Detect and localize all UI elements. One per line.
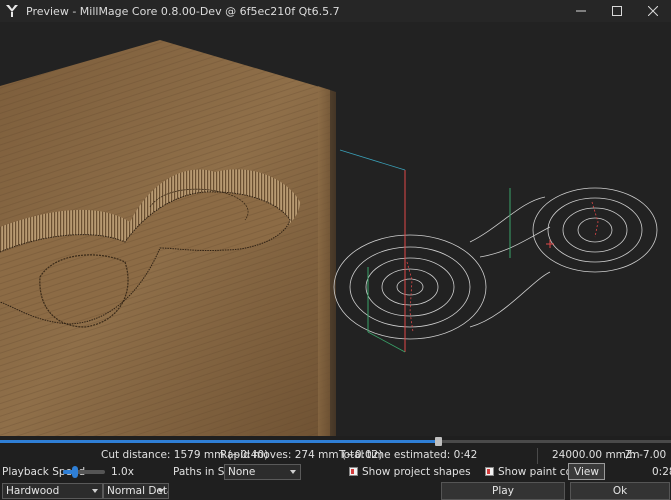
chevron-down-icon — [290, 470, 296, 474]
progress-thumb[interactable] — [435, 437, 442, 446]
chevron-down-icon — [158, 489, 164, 493]
view-button[interactable]: View — [568, 463, 605, 480]
checkbox-mark-icon — [487, 469, 490, 474]
close-icon — [648, 6, 658, 16]
maximize-button[interactable] — [599, 0, 635, 22]
wood-stock-block — [0, 40, 336, 436]
close-button[interactable] — [635, 0, 671, 22]
maximize-icon — [612, 6, 622, 16]
play-button[interactable]: Play — [441, 482, 565, 500]
status-row: Cut distance: 1579 mm (~0:40) Rapid move… — [0, 449, 671, 463]
paths-in-sim-dropdown[interactable]: None — [224, 464, 301, 480]
simulation-progress-slider[interactable] — [0, 437, 671, 446]
elapsed-time-text: 0:28 — [652, 466, 671, 478]
show-project-shapes-checkbox[interactable] — [349, 467, 358, 476]
minimize-icon — [576, 10, 586, 12]
controls-row: Playback Speed 1.0x Paths in Sim: None S… — [0, 463, 671, 481]
show-paint-colors-checkbox[interactable] — [485, 467, 494, 476]
playback-speed-thumb[interactable] — [72, 466, 78, 478]
millmage-logo-icon — [6, 5, 18, 17]
3d-preview-viewport[interactable] — [0, 22, 671, 436]
z-position-text: Z: -7.00 — [625, 449, 667, 461]
preview-scene — [0, 40, 658, 436]
toolpath-preview — [333, 187, 658, 340]
checkbox-mark-icon — [351, 469, 354, 474]
status-divider — [537, 448, 538, 464]
material-value: Hardwood — [6, 485, 60, 497]
detail-level-dropdown[interactable]: Normal Detai — [103, 483, 169, 499]
show-project-shapes-label: Show project shapes — [362, 466, 471, 478]
window-title: Preview - MillMage Core 0.8.00-Dev @ 6f5… — [26, 4, 340, 18]
chevron-down-icon — [92, 489, 98, 493]
total-time-text: Total time estimated: 0:42 — [339, 449, 478, 461]
minimize-button[interactable] — [563, 0, 599, 22]
title-bar: Preview - MillMage Core 0.8.00-Dev @ 6f5… — [0, 0, 671, 22]
paths-in-sim-value: None — [228, 466, 256, 478]
material-dropdown[interactable]: Hardwood — [2, 483, 103, 499]
ok-button[interactable]: Ok — [570, 482, 670, 500]
playback-speed-value: 1.0x — [111, 466, 134, 478]
progress-fill — [0, 440, 438, 443]
playback-speed-slider[interactable] — [63, 466, 105, 478]
bottom-row: Hardwood Normal Detai Play Ok — [0, 482, 671, 500]
